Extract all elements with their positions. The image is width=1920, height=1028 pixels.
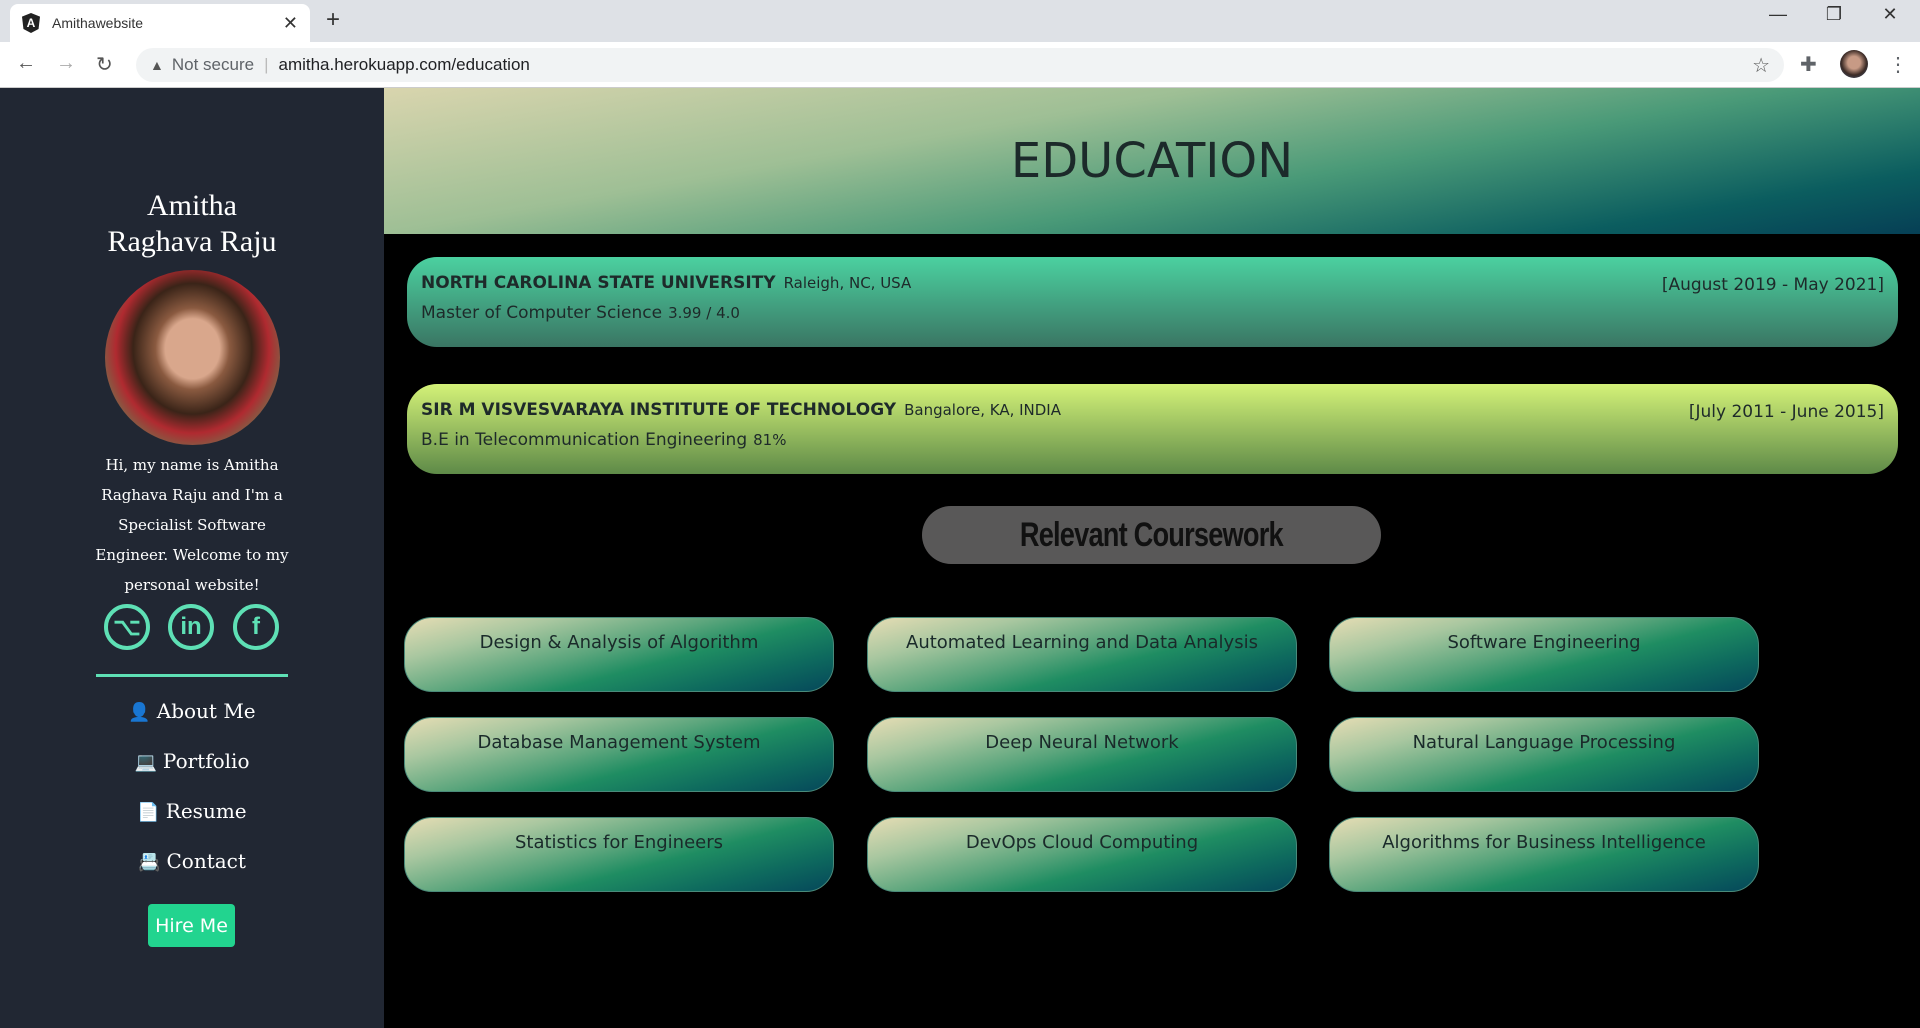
nav-label: Resume (165, 799, 247, 823)
laptop-icon: 💻 (134, 752, 157, 773)
score: 81% (753, 431, 787, 449)
menu-icon[interactable]: ⋮ (1888, 52, 1908, 77)
course-item[interactable]: Natural Language Processing (1329, 717, 1759, 792)
close-window-icon[interactable]: ✕ (1870, 4, 1910, 25)
angular-icon: A (22, 13, 40, 33)
education-card: NORTH CAROLINA STATE UNIVERSITY Raleigh, … (407, 257, 1898, 347)
nav-label: Portfolio (162, 749, 250, 773)
education-card: SIR M VISVESVARAYA INSTITUTE OF TECHNOLO… (407, 384, 1898, 474)
extensions-icon[interactable]: ✚ (1800, 52, 1817, 77)
url-field[interactable]: ▲ Not secure | amitha.herokuapp.com/educ… (136, 48, 1784, 82)
school-location: Bangalore, KA, INDIA (904, 401, 1061, 419)
warning-icon: ▲ (150, 57, 164, 73)
nav-portfolio[interactable]: 💻 Portfolio (0, 749, 384, 773)
profile-photo (105, 270, 280, 445)
bio-text: Hi, my name is Amitha Raghava Raju and I… (95, 456, 289, 594)
name-line-2: Raghava Raju (107, 225, 277, 258)
coursework-heading: Relevant Coursework (922, 506, 1381, 564)
course-item[interactable]: Automated Learning and Data Analysis (867, 617, 1297, 692)
url-text: amitha.herokuapp.com/education (278, 55, 530, 74)
course-item[interactable]: Software Engineering (1329, 617, 1759, 692)
linkedin-icon[interactable]: in (168, 604, 214, 650)
school-location: Raleigh, NC, USA (783, 274, 912, 292)
separator: | (264, 55, 269, 74)
course-item[interactable]: Design & Analysis of Algorithm (404, 617, 834, 692)
education-dates: [July 2011 - June 2015] (1688, 402, 1884, 422)
address-book-icon: 📇 (138, 852, 161, 873)
address-bar: ← → ↻ ▲ Not secure | amitha.herokuapp.co… (0, 42, 1920, 88)
score: 3.99 / 4.0 (668, 304, 740, 322)
new-tab-button[interactable]: + (326, 6, 340, 34)
file-icon: 📄 (137, 802, 160, 823)
hire-me-button[interactable]: Hire Me (148, 904, 235, 947)
back-icon[interactable]: ← (16, 52, 36, 75)
nav-resume[interactable]: 📄 Resume (0, 799, 384, 823)
degree: B.E in Telecommunication Engineering (421, 430, 748, 450)
user-icon: 👤 (128, 702, 151, 723)
page-title: EDUCATION (1010, 133, 1294, 189)
coursework-title: Relevant Coursework (1020, 515, 1284, 554)
school-name: NORTH CAROLINA STATE UNIVERSITY (421, 273, 776, 293)
page-banner: EDUCATION (384, 88, 1920, 234)
reload-icon[interactable]: ↻ (96, 52, 113, 77)
profile-avatar[interactable] (1840, 50, 1868, 78)
facebook-icon[interactable]: f (233, 604, 279, 650)
forward-icon[interactable]: → (56, 52, 76, 75)
bookmark-star-icon[interactable]: ☆ (1752, 53, 1770, 78)
sidebar: Amitha Raghava Raju Hi, my name is Amith… (0, 88, 384, 1028)
degree: Master of Computer Science (421, 303, 663, 323)
school-name: SIR M VISVESVARAYA INSTITUTE OF TECHNOLO… (421, 400, 897, 420)
nav-contact[interactable]: 📇 Contact (0, 849, 384, 873)
nav-label: Contact (166, 849, 246, 873)
course-item[interactable]: Algorithms for Business Intelligence (1329, 817, 1759, 892)
browser-tab[interactable]: A Amithawebsite ✕ (10, 4, 310, 42)
nav-about-me[interactable]: 👤 About Me (0, 699, 384, 723)
nav-label: About Me (156, 699, 256, 723)
restore-icon[interactable]: ❐ (1814, 4, 1854, 25)
github-icon[interactable]: ⌥ (104, 604, 150, 650)
course-item[interactable]: Deep Neural Network (867, 717, 1297, 792)
browser-tab-bar: A Amithawebsite ✕ + — ❐ ✕ (0, 0, 1920, 42)
course-item[interactable]: DevOps Cloud Computing (867, 817, 1297, 892)
security-label: Not secure (171, 55, 255, 74)
divider (96, 674, 288, 677)
close-tab-icon[interactable]: ✕ (283, 13, 298, 34)
education-dates: [August 2019 - May 2021] (1661, 275, 1884, 295)
minimize-icon[interactable]: — (1758, 4, 1798, 25)
course-item[interactable]: Statistics for Engineers (404, 817, 834, 892)
tab-title: Amithawebsite (52, 15, 144, 31)
course-item[interactable]: Database Management System (404, 717, 834, 792)
name-line-1: Amitha (147, 189, 237, 222)
profile-name: Amitha Raghava Raju (0, 188, 384, 260)
